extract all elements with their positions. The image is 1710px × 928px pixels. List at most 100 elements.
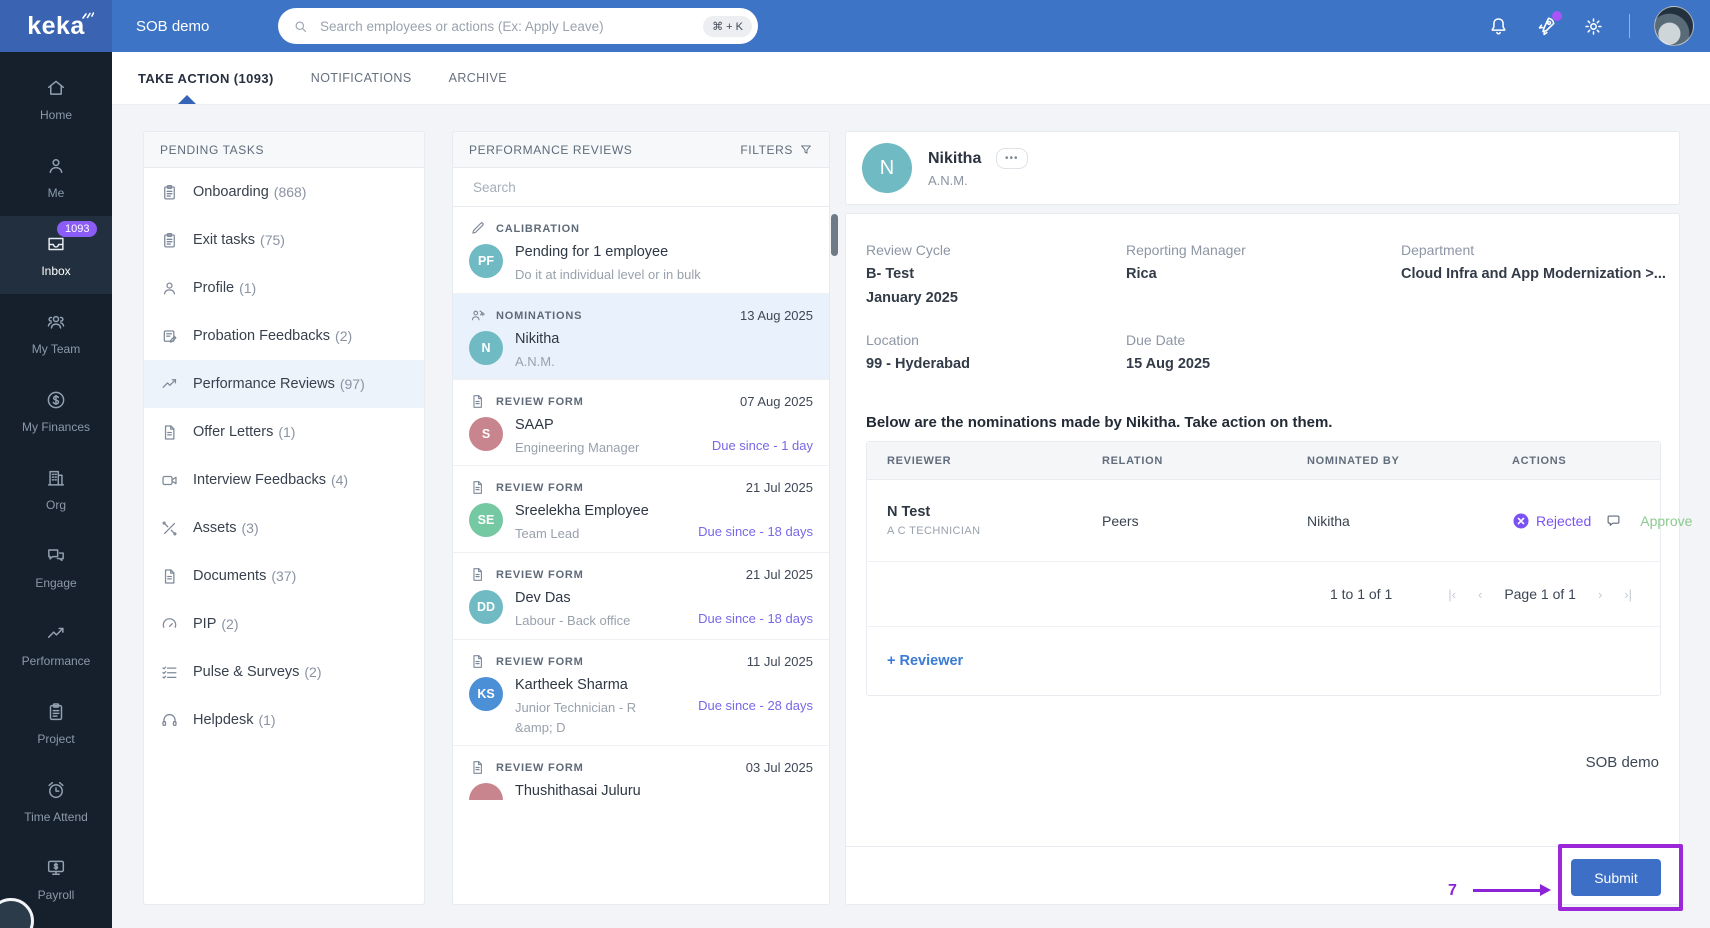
pending-item-label: Onboarding [193,184,269,200]
sidebar-item-my-team[interactable]: My Team [0,294,112,372]
sidebar-item-inbox[interactable]: 1093 Inbox [0,216,112,294]
field-reporting-manager: Reporting Manager Rica [1126,242,1246,282]
dollar-circle-icon [47,391,65,408]
approve-button[interactable]: Approve [1640,513,1692,529]
clipboard-icon [164,184,175,199]
shortcut-badge: ⌘ + K [703,15,752,37]
user-avatar[interactable] [1654,6,1694,46]
reviews-search[interactable] [453,168,829,207]
pending-item-exit-tasks[interactable]: Exit tasks (75) [144,216,424,264]
review-item-saap[interactable]: REVIEW FORM 07 Aug 2025 S SAAP Engineeri… [453,379,829,466]
field-value: B- Test [866,266,915,282]
last-page-icon[interactable]: ›| [1624,587,1632,602]
column-header-reviewer: REVIEWER [887,454,952,467]
review-item-type: REVIEW FORM [496,395,584,408]
pending-item-onboarding[interactable]: Onboarding (868) [144,168,424,216]
gear-icon[interactable] [1582,15,1605,38]
sidebar-item-time-attend[interactable]: Time Attend [0,762,112,840]
pending-item-label: Exit tasks [193,232,256,248]
next-page-icon[interactable]: › [1598,587,1602,602]
rocket-icon[interactable] [1534,11,1562,38]
pending-item-pulse-surveys[interactable]: Pulse & Surveys (2) [144,648,424,696]
pending-item-interview-feedbacks[interactable]: Interview Feedbacks (4) [144,456,424,504]
pencil-icon [472,222,484,234]
pending-item-label: Probation Feedbacks [193,328,331,344]
review-item-calibration[interactable]: CALIBRATION PF Pending for 1 employee Do… [453,207,829,294]
pending-item-label: PIP [193,616,217,632]
review-item-due: Due since - 18 days [698,611,813,626]
add-reviewer-link[interactable]: + Reviewer [887,653,963,669]
watermark-text: SOB demo [1585,754,1659,771]
sidebar-label-my-finances: My Finances [21,419,91,434]
pending-item-label: Interview Feedbacks [193,472,326,488]
rejected-x-circle-icon [1513,513,1529,528]
field-label: Reporting Manager [1126,242,1246,258]
field-review-cycle: Review Cycle B- Test January 2025 [866,242,958,306]
chat-bubbles-icon [48,548,64,561]
pending-item-helpdesk[interactable]: Helpdesk (1) [144,696,424,744]
prev-page-icon[interactable]: ‹ [1478,587,1482,602]
tab-notifications[interactable]: NOTIFICATIONS [311,71,412,85]
first-page-icon[interactable]: |‹ [1448,587,1456,602]
field-department: Department Cloud Infra and App Moderniza… [1401,242,1666,282]
review-item-thushithasai[interactable]: REVIEW FORM 03 Jul 2025 Thushithasai Jul… [453,746,829,904]
topbar-divider [1629,14,1630,38]
global-search[interactable]: ⌘ + K [278,8,758,44]
pending-item-label: Performance Reviews [193,376,335,392]
review-item-title: Kartheek Sharma [515,677,628,693]
sidebar-item-engage[interactable]: Engage [0,528,112,606]
sidebar-label-home: Home [39,107,72,122]
pending-item-performance-reviews[interactable]: Performance Reviews (97) [144,360,424,408]
review-item-subtitle: Team Lead [515,526,580,541]
nomination-detail-card: Review Cycle B- Test January 2025 Report… [845,213,1692,911]
review-item-date: 13 Aug 2025 [739,308,813,323]
review-item-date: 07 Aug 2025 [739,394,813,409]
reviews-search-input[interactable] [471,178,811,196]
more-options-button[interactable]: ••• [995,148,1028,169]
review-item-sreelekha[interactable]: REVIEW FORM 21 Jul 2025 SE Sreelekha Emp… [453,466,829,553]
sidebar-item-project[interactable]: Project [0,684,112,762]
review-item-kartheek[interactable]: REVIEW FORM 11 Jul 2025 KS Kartheek Shar… [453,640,829,746]
review-item-dev-das[interactable]: REVIEW FORM 21 Jul 2025 DD Dev Das Labou… [453,553,829,640]
comment-icon[interactable] [1605,512,1622,529]
keka-logo[interactable]: keka [0,0,112,52]
global-search-input[interactable] [318,17,704,35]
tab-archive[interactable]: ARCHIVE [449,71,507,85]
filters-button[interactable]: FILTERS [740,143,813,157]
tab-take-action[interactable]: TAKE ACTION (1093) [138,71,274,86]
pending-item-profile[interactable]: Profile (1) [144,264,424,312]
bell-icon[interactable] [1487,15,1510,38]
pending-item-offer-letters[interactable]: Offer Letters (1) [144,408,424,456]
sidebar-item-me[interactable]: Me [0,138,112,216]
pending-item-label: Documents [193,568,267,584]
review-item-due: Due since - 1 day [711,438,813,453]
inbox-count-badge: 1093 [57,221,98,237]
rocket-notification-dot [1552,11,1562,21]
reviewer-role: A C TECHNICIAN [887,525,981,537]
field-value: Cloud Infra and App Modernization >... [1401,266,1666,282]
sidebar-item-my-finances[interactable]: My Finances [0,372,112,450]
review-item-nominations-nikitha[interactable]: NOMINATIONS 13 Aug 2025 N Nikitha A.N.M. [453,294,829,379]
pending-item-label: Profile [193,280,235,296]
search-icon [292,18,309,35]
sidebar-item-org[interactable]: Org [0,450,112,528]
sidebar-item-home[interactable]: Home [0,60,112,138]
review-item-title: Thushithasai Juluru [515,783,641,799]
note-edit-icon [163,329,177,343]
column-header-nominated-by: NOMINATED BY [1307,454,1400,467]
people-plus-icon [471,310,485,321]
pending-item-assets[interactable]: Assets (3) [144,504,424,552]
pagination-range: 1 to 1 of 1 [1329,586,1393,602]
review-item-title: SAAP [515,417,554,433]
pending-item-pip[interactable]: PIP (2) [144,600,424,648]
pending-item-documents[interactable]: Documents (37) [144,552,424,600]
list-scrollbar-thumb[interactable] [831,214,838,256]
filters-label: FILTERS [740,142,793,157]
pending-item-probation-feedbacks[interactable]: Probation Feedbacks (2) [144,312,424,360]
review-item-title: Pending for 1 employee [515,244,669,260]
avatar: PF [469,244,503,278]
submit-button[interactable]: Submit [1571,859,1661,896]
spark-icon [80,8,94,20]
performance-reviews-panel: PERFORMANCE REVIEWS FILTERS CALIBRATION … [452,131,830,905]
sidebar-item-performance[interactable]: Performance [0,606,112,684]
